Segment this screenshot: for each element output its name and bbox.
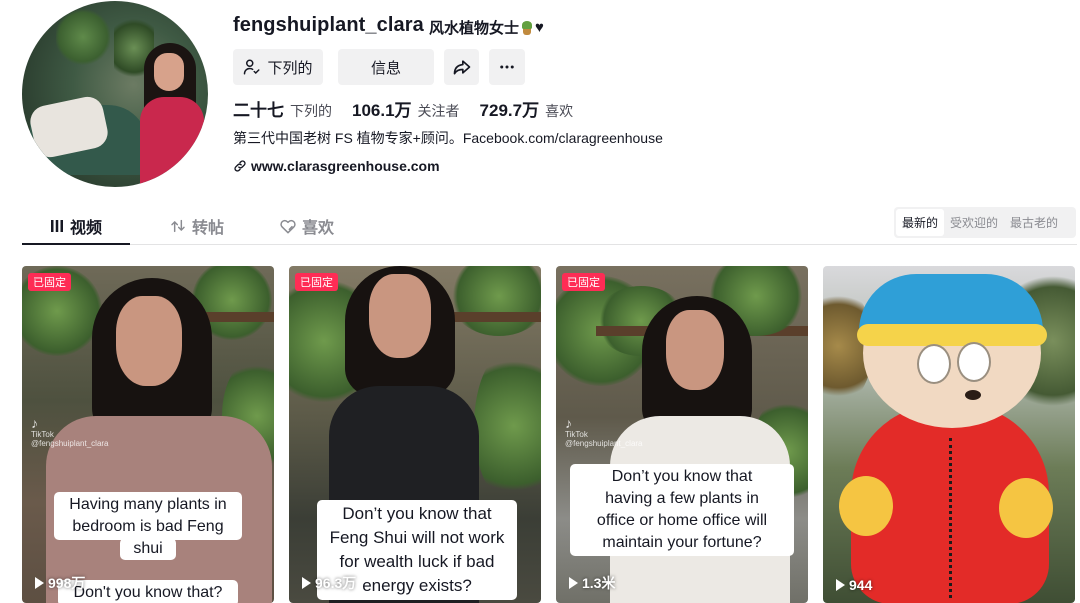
video-caption-tail: shui	[120, 538, 176, 560]
profile-bio: 第三代中国老树 FS 植物专家+顾问。Facebook.com/claragre…	[233, 130, 663, 146]
heart-slash-icon	[280, 219, 296, 234]
following-button[interactable]: 下列的	[233, 49, 323, 85]
stat-following-value: 二十七	[233, 101, 284, 120]
tab-liked[interactable]: 喜欢	[262, 207, 352, 245]
tab-videos[interactable]: 视频	[22, 207, 130, 245]
video-card[interactable]: 944	[823, 266, 1075, 603]
repost-icon	[171, 219, 185, 233]
pinned-badge: 已固定	[562, 273, 605, 291]
sort-latest[interactable]: 最新的	[896, 209, 945, 236]
stat-likes-value: 729.7万	[479, 101, 540, 120]
potted-plant-icon	[521, 20, 533, 35]
stat-likes-label: 喜欢	[545, 103, 574, 119]
stat-followers-value: 106.1万	[352, 101, 412, 120]
share-icon	[453, 60, 470, 75]
play-icon	[836, 579, 845, 591]
profile-nickname: 风水植物女士 ♥	[429, 17, 544, 38]
sort-oldest[interactable]: 最古老的	[1004, 209, 1064, 236]
pinned-badge: 已固定	[295, 273, 338, 291]
link-icon	[234, 160, 246, 172]
more-button[interactable]	[489, 49, 525, 85]
video-card[interactable]: 已固定 ♪ TikTok @fengshuiplant_clara Having…	[22, 266, 274, 603]
user-check-icon	[244, 59, 260, 75]
tab-reposts[interactable]: 转帖	[152, 207, 242, 245]
pinned-badge: 已固定	[28, 273, 71, 291]
sort-selector: 最新的 受欢迎的 最古老的	[894, 207, 1076, 238]
profile-link-text: www.clarasgreenhouse.com	[251, 158, 440, 174]
profile-username: fengshuiplant_clara	[233, 14, 424, 36]
sort-popular[interactable]: 受欢迎的	[944, 209, 1004, 236]
profile-avatar	[22, 1, 208, 187]
video-caption: Having many plants in bedroom is bad Fen…	[54, 492, 242, 540]
more-icon	[500, 65, 514, 69]
view-count: 998万	[35, 573, 85, 593]
play-icon	[302, 577, 311, 589]
play-icon	[569, 577, 578, 589]
tiktok-logo-icon: ♪	[565, 415, 572, 431]
stat-following[interactable]: 二十七 下列的	[233, 96, 332, 121]
view-count: 944	[836, 577, 872, 593]
nickname-text: 风水植物女士	[429, 20, 520, 37]
video-caption: Don’t you know that having a few plants …	[570, 464, 794, 556]
following-button-label: 下列的	[267, 59, 313, 77]
share-button[interactable]	[444, 49, 479, 85]
nickname-heart: ♥	[535, 19, 544, 36]
play-icon	[35, 577, 44, 589]
tab-reposts-label: 转帖	[191, 220, 224, 237]
profile-stats: 二十七 下列的 106.1万 关注者 729.7万 喜欢	[233, 96, 593, 121]
profile-link[interactable]: www.clarasgreenhouse.com	[233, 158, 440, 174]
tiktok-watermark: ♪ TikTok @fengshuiplant_clara	[31, 415, 109, 449]
stat-followers[interactable]: 106.1万 关注者	[352, 96, 460, 121]
tiktok-logo-icon: ♪	[31, 415, 38, 431]
message-button[interactable]: 信息	[338, 49, 434, 85]
stat-followers-label: 关注者	[417, 103, 460, 119]
video-grid: 已固定 ♪ TikTok @fengshuiplant_clara Having…	[22, 266, 1077, 603]
stat-following-label: 下列的	[290, 103, 332, 119]
grid-icon	[50, 220, 63, 232]
tab-liked-label: 喜欢	[301, 220, 334, 237]
message-button-label: 信息	[370, 59, 401, 77]
video-card[interactable]: 已固定 ♪ TikTok @fengshuiplant_clara Don’t …	[556, 266, 808, 603]
view-count: 1.3米	[569, 573, 615, 593]
stat-likes: 729.7万 喜欢	[480, 96, 574, 121]
video-card[interactable]: 已固定 Don’t you know that Feng Shui will n…	[289, 266, 541, 603]
view-count: 96.3万	[302, 573, 356, 593]
tiktok-watermark: ♪ TikTok @fengshuiplant_clara	[565, 415, 643, 449]
active-tab-indicator	[22, 243, 130, 245]
tab-videos-label: 视频	[69, 220, 102, 237]
